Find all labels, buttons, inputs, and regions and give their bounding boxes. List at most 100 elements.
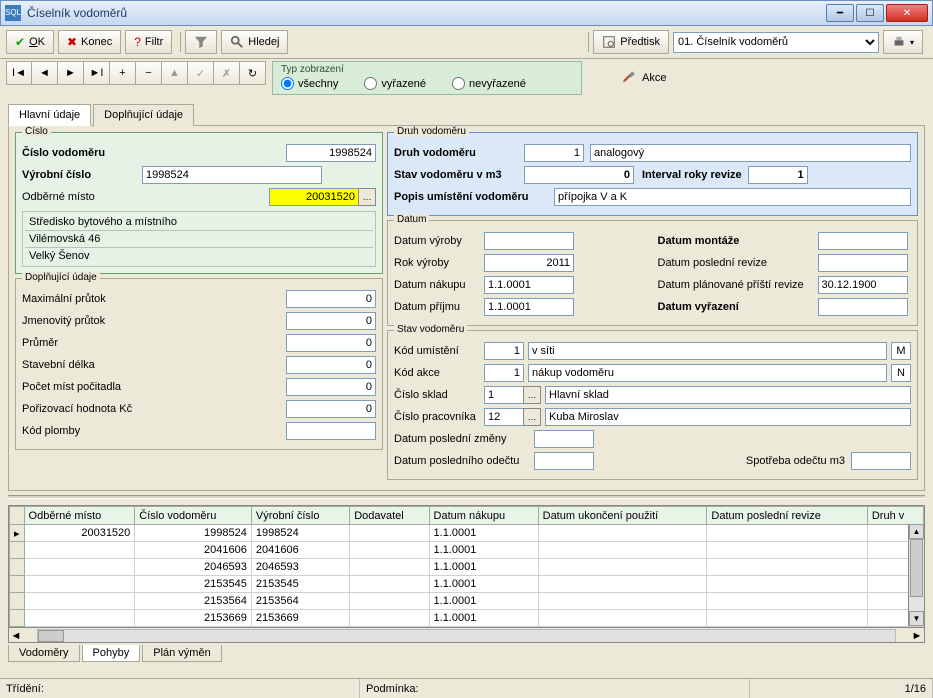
maximize-button[interactable]: ☐	[856, 4, 884, 22]
datum-vyrazeni-label: Datum vyřazení	[658, 301, 818, 313]
radio-vyrazene[interactable]: vyřazené	[364, 77, 426, 90]
cislo-sklad-text[interactable]	[545, 386, 911, 404]
cislo-prac-text[interactable]	[545, 408, 911, 426]
datum-plan-revize-field[interactable]	[818, 276, 908, 294]
cislo-vodomeru-field[interactable]	[286, 144, 376, 162]
odberne-misto-lookup[interactable]: …	[358, 188, 376, 206]
datum-vyroby-field[interactable]	[484, 232, 574, 250]
doplnujici-legend: Doplňující údaje	[22, 272, 100, 283]
popis-umisteni-label: Popis umístění vodoměru	[394, 191, 554, 203]
cislo-prac-lookup[interactable]: …	[523, 408, 541, 426]
datum-pos-revize-field[interactable]	[818, 254, 908, 272]
max-prutok-field[interactable]	[286, 290, 376, 308]
tab-pohyby[interactable]: Pohyby	[82, 645, 141, 662]
cislo-sklad-lookup[interactable]: …	[523, 386, 541, 404]
datum-odectu-field[interactable]	[534, 452, 594, 470]
radio-vsechny[interactable]: všechny	[281, 77, 338, 90]
grid-horizontal-scrollbar[interactable]: ◄ ►	[9, 627, 924, 643]
nav-refresh[interactable]: ↻	[240, 61, 266, 85]
tab-vodomery[interactable]: Vodoměry	[8, 645, 80, 662]
scroll-thumb[interactable]	[910, 539, 923, 597]
kod-umisteni-sfx[interactable]	[891, 342, 911, 360]
rok-vyroby-field[interactable]	[484, 254, 574, 272]
nav-last[interactable]: ►I	[84, 61, 110, 85]
table-row[interactable]: 215356421535641.1.0001	[10, 593, 924, 610]
panel-divider[interactable]	[8, 495, 925, 499]
kod-akce-sfx[interactable]	[891, 364, 911, 382]
predtisk-button[interactable]: Předtisk	[593, 30, 669, 54]
kod-umisteni-field[interactable]	[484, 342, 524, 360]
table-row[interactable]: 204160620416061.1.0001	[10, 542, 924, 559]
stav-delka-label: Stavební délka	[22, 359, 152, 371]
nav-add[interactable]: +	[110, 61, 136, 85]
stav-delka-field[interactable]	[286, 356, 376, 374]
filter-icon-button[interactable]	[185, 30, 217, 54]
pocet-mist-field[interactable]	[286, 378, 376, 396]
scroll-down-arrow[interactable]: ▼	[909, 611, 924, 626]
predtisk-select[interactable]: 01. Číselník vodoměrů	[673, 32, 879, 53]
grid-column-header[interactable]: Druh v	[867, 507, 923, 525]
poriz-hodnota-field[interactable]	[286, 400, 376, 418]
filtr-button[interactable]: ?Filtr	[125, 30, 172, 54]
datum-nakupu-field[interactable]	[484, 276, 574, 294]
grid-column-header[interactable]: Výrobní číslo	[251, 507, 349, 525]
nav-prev[interactable]: ◄	[32, 61, 58, 85]
grid-column-header[interactable]: Dodavatel	[350, 507, 429, 525]
nav-first[interactable]: I◄	[6, 61, 32, 85]
cislo-fieldset: Číslo Číslo vodoměru Výrobní číslo Odběr…	[15, 132, 383, 274]
grid-column-header[interactable]: Datum poslední revize	[707, 507, 867, 525]
address-line-3: Velký Šenov	[25, 248, 373, 264]
scroll-up-arrow[interactable]: ▲	[909, 524, 924, 539]
kod-umisteni-text[interactable]	[528, 342, 887, 360]
spotreba-field[interactable]	[851, 452, 911, 470]
table-row[interactable]: ▸20031520199852419985241.1.0001	[10, 525, 924, 542]
grid-column-header[interactable]: Datum nákupu	[429, 507, 538, 525]
nav-next[interactable]: ►	[58, 61, 84, 85]
kod-akce-text[interactable]	[528, 364, 887, 382]
tab-plan-vymen[interactable]: Plán výměn	[142, 645, 221, 662]
druh-text-field[interactable]	[590, 144, 911, 162]
datum-vyrazeni-field[interactable]	[818, 298, 908, 316]
table-row[interactable]: 215354521535451.1.0001	[10, 576, 924, 593]
vyrobni-cislo-field[interactable]	[142, 166, 322, 184]
interval-field[interactable]	[748, 166, 808, 184]
datum-legend: Datum	[394, 214, 429, 225]
radio-nevyrazene[interactable]: nevyřazené	[452, 77, 526, 90]
grid-vertical-scrollbar[interactable]: ▲ ▼	[908, 524, 924, 626]
table-row[interactable]: 215366921536691.1.0001	[10, 610, 924, 627]
jmen-prutok-field[interactable]	[286, 312, 376, 330]
hledej-button[interactable]: Hledej	[221, 30, 288, 54]
nav-delete[interactable]: −	[136, 61, 162, 85]
nav-post[interactable]: ✓	[188, 61, 214, 85]
odberne-misto-field[interactable]	[269, 188, 359, 206]
popis-umisteni-field[interactable]	[554, 188, 911, 206]
datum-prijmu-field[interactable]	[484, 298, 574, 316]
data-grid[interactable]: Odběrné místoČíslo vodoměruVýrobní číslo…	[8, 505, 925, 643]
akce-button[interactable]: Akce	[622, 71, 666, 85]
konec-button[interactable]: ✖Konec	[58, 30, 121, 54]
ok-button[interactable]: ✔OOKK	[6, 30, 54, 54]
cislo-sklad-field[interactable]	[484, 386, 524, 404]
table-row[interactable]: 204659320465931.1.0001	[10, 559, 924, 576]
close-button[interactable]: ✕	[886, 4, 928, 22]
datum-plan-revize-label: Datum plánované příští revize	[658, 279, 818, 291]
datum-zmeny-field[interactable]	[534, 430, 594, 448]
grid-column-header[interactable]: Datum ukončení použití	[538, 507, 707, 525]
nav-cancel[interactable]: ✗	[214, 61, 240, 85]
cislo-prac-field[interactable]	[484, 408, 524, 426]
grid-column-header[interactable]: Číslo vodoměru	[135, 507, 252, 525]
window-titlebar: SQL Číselník vodoměrů ━ ☐ ✕	[0, 0, 933, 26]
vyrobni-cislo-label: Výrobní číslo	[22, 169, 142, 181]
druh-kod-field[interactable]	[524, 144, 584, 162]
tab-doplnujici-udaje[interactable]: Doplňující údaje	[93, 104, 194, 126]
nav-edit[interactable]: ▲	[162, 61, 188, 85]
stav-m3-field[interactable]	[524, 166, 634, 184]
kod-plomby-field[interactable]	[286, 422, 376, 440]
minimize-button[interactable]: ━	[826, 4, 854, 22]
tab-hlavni-udaje[interactable]: Hlavní údaje	[8, 104, 91, 126]
prumer-field[interactable]	[286, 334, 376, 352]
kod-akce-field[interactable]	[484, 364, 524, 382]
grid-column-header[interactable]: Odběrné místo	[24, 507, 135, 525]
datum-montaze-field[interactable]	[818, 232, 908, 250]
print-button[interactable]: ▾	[883, 30, 923, 54]
